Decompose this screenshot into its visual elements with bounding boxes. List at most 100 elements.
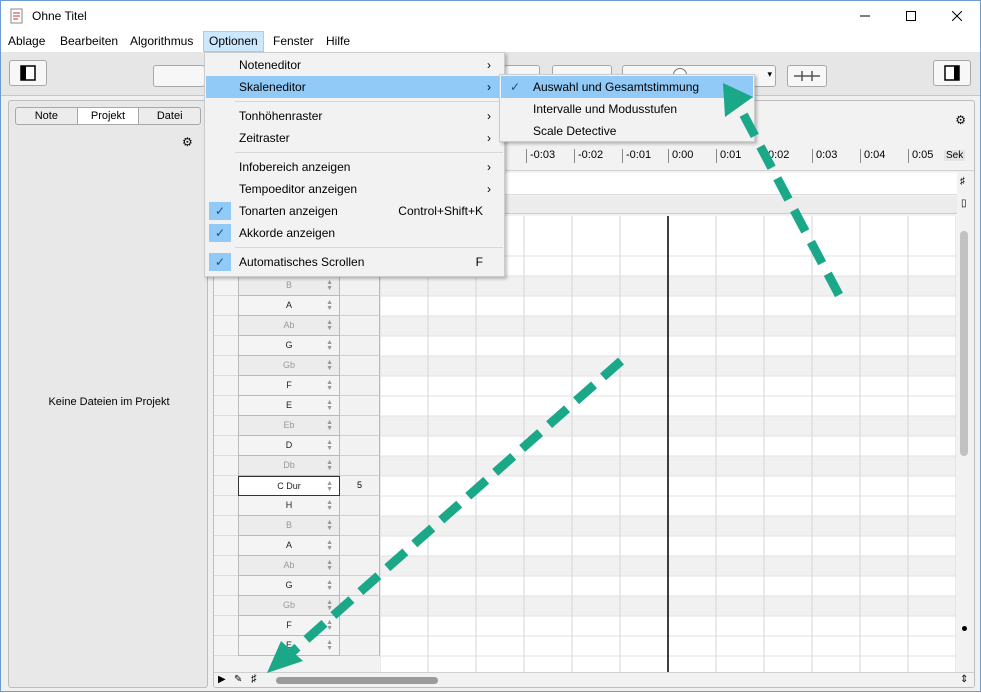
scale-step-cell[interactable]: G ▲ ▼ [238,336,340,356]
scale-step-cell[interactable]: E ▲ ▼ [238,396,340,416]
scale-step-cell[interactable]: A ▲ ▼ [238,296,340,316]
toggle-sidebar-button[interactable] [9,60,47,86]
stepper-icon[interactable]: ▲ ▼ [326,379,333,392]
key-strip[interactable] [214,276,238,296]
menu-ablage[interactable]: Ablage [3,31,50,52]
stepper-icon[interactable]: ▲ ▼ [326,279,333,292]
stepper-icon[interactable]: ▲ ▼ [326,399,333,412]
toolbar-button-c[interactable] [787,65,827,87]
toggle-inspector-button[interactable] [933,60,971,86]
menu-item-infobereich[interactable]: Infobereich anzeigen › [206,156,503,178]
submenu-item-intervalle[interactable]: Intervalle und Modusstufen [501,98,753,120]
scale-step-cell[interactable]: Ab ▲ ▼ [238,556,340,576]
menu-item-zeitraster[interactable]: Zeitraster › [206,127,503,149]
gear-icon[interactable]: ⚙ [182,135,193,149]
ruler-unit[interactable]: Sek [944,150,966,161]
zoom-slider-knob[interactable] [962,626,967,631]
stepper-icon[interactable]: ▲ ▼ [326,480,333,493]
ruler-toggle-icon[interactable]: ▯ [961,198,969,210]
menu-optionen[interactable]: Optionen [203,31,264,52]
tab-datei[interactable]: Datei [139,108,200,124]
stepper-icon[interactable]: ▲ ▼ [326,319,333,332]
scale-step-cell[interactable]: G ▲ ▼ [238,576,340,596]
stepper-icon[interactable]: ▲ ▼ [326,299,333,312]
key-strip[interactable] [214,536,238,556]
stepper-icon[interactable]: ▲ ▼ [326,339,333,352]
grid-icon[interactable]: ♯ [251,673,257,685]
check-icon: ✓ [209,224,231,242]
scale-step-cell[interactable]: F ▲ ▼ [238,376,340,396]
key-strip[interactable] [214,296,238,316]
play-icon[interactable]: ▶ [218,674,226,685]
chevron-right-icon: › [487,109,491,123]
horizontal-scrollbar-thumb[interactable] [276,677,438,684]
stepper-icon[interactable]: ▲ ▼ [326,539,333,552]
scale-step-cell[interactable]: C Dur ▲ ▼ [238,476,340,496]
key-strip[interactable] [214,336,238,356]
key-strip[interactable] [214,576,238,596]
menu-item-tonhoehenraster[interactable]: Tonhöhenraster › [206,105,503,127]
scale-step-cell[interactable]: Db ▲ ▼ [238,456,340,476]
close-button[interactable] [934,1,980,31]
key-strip[interactable] [214,476,238,496]
note-grid[interactable] [380,216,956,672]
stepper-icon[interactable]: ▲ ▼ [326,579,333,592]
stepper-icon[interactable]: ▲ ▼ [326,559,333,572]
minimize-button[interactable] [842,1,888,31]
stepper-icon[interactable]: ▲ ▼ [326,499,333,512]
maximize-button[interactable] [888,1,934,31]
menu-item-noteneditor[interactable]: Noteneditor › [206,54,503,76]
scale-step-cell[interactable]: Gb ▲ ▼ [238,356,340,376]
key-strip[interactable] [214,376,238,396]
key-strip[interactable] [214,316,238,336]
key-strip[interactable] [214,516,238,536]
scale-step-cell[interactable]: A ▲ ▼ [238,536,340,556]
pitch-grid-icon[interactable]: ♯ [960,176,972,188]
key-strip[interactable] [214,436,238,456]
menu-algorithmus[interactable]: Algorithmus [125,31,198,52]
fit-icon[interactable]: ⇕ [960,674,968,685]
stepper-icon[interactable]: ▲ ▼ [326,359,333,372]
menu-item-auto-scroll[interactable]: ✓ Automatisches Scrollen F [206,251,503,273]
key-strip[interactable] [214,496,238,516]
key-strip[interactable] [214,616,238,636]
scale-step-cell[interactable]: B ▲ ▼ [238,276,340,296]
scale-step-cell[interactable]: Ab ▲ ▼ [238,316,340,336]
key-strip[interactable] [214,596,238,616]
menu-item-skaleneditor[interactable]: Skaleneditor › [206,76,503,98]
menu-fenster[interactable]: Fenster [268,31,319,52]
tab-note[interactable]: Note [16,108,78,124]
key-strip[interactable] [214,416,238,436]
menu-bearbeiten[interactable]: Bearbeiten [55,31,123,52]
submenu-item-scale-detective[interactable]: Scale Detective [501,120,753,142]
stepper-icon[interactable]: ▲ ▼ [326,619,333,632]
menu-item-tonarten[interactable]: ✓ Tonarten anzeigen Control+Shift+K [206,200,503,222]
key-strip[interactable] [214,396,238,416]
key-strip[interactable] [214,456,238,476]
scale-step-cell[interactable]: D ▲ ▼ [238,436,340,456]
key-strip[interactable] [214,556,238,576]
key-strip[interactable] [214,636,238,656]
scale-step-cell[interactable]: H▲ ▼ [238,496,340,516]
scale-step-cell[interactable]: Gb ▲ ▼ [238,596,340,616]
stepper-icon[interactable]: ▲ ▼ [326,639,333,652]
toolbar-field[interactable] [153,65,205,87]
menu-item-tempoeditor[interactable]: Tempoeditor anzeigen › [206,178,503,200]
tab-projekt[interactable]: Projekt [77,108,140,124]
scale-step-cell[interactable]: E ▲ ▼ [238,636,340,656]
menu-hilfe[interactable]: Hilfe [321,31,355,52]
stepper-icon[interactable]: ▲ ▼ [326,459,333,472]
editor-gear-icon[interactable]: ⚙ [955,113,966,127]
menu-item-akkorde[interactable]: ✓ Akkorde anzeigen [206,222,503,244]
stepper-icon[interactable]: ▲ ▼ [326,599,333,612]
scale-step-cell[interactable]: Eb ▲ ▼ [238,416,340,436]
tool-icon[interactable]: ✎ [234,674,242,685]
stepper-icon[interactable]: ▲ ▼ [326,519,333,532]
submenu-item-auswahl[interactable]: ✓ Auswahl und Gesamtstimmung [501,76,753,98]
scale-step-cell[interactable]: F ▲ ▼ [238,616,340,636]
key-strip[interactable] [214,356,238,376]
stepper-icon[interactable]: ▲ ▼ [326,419,333,432]
vertical-scrollbar-thumb[interactable] [960,231,968,456]
scale-step-cell[interactable]: B ▲ ▼ [238,516,340,536]
stepper-icon[interactable]: ▲ ▼ [326,439,333,452]
